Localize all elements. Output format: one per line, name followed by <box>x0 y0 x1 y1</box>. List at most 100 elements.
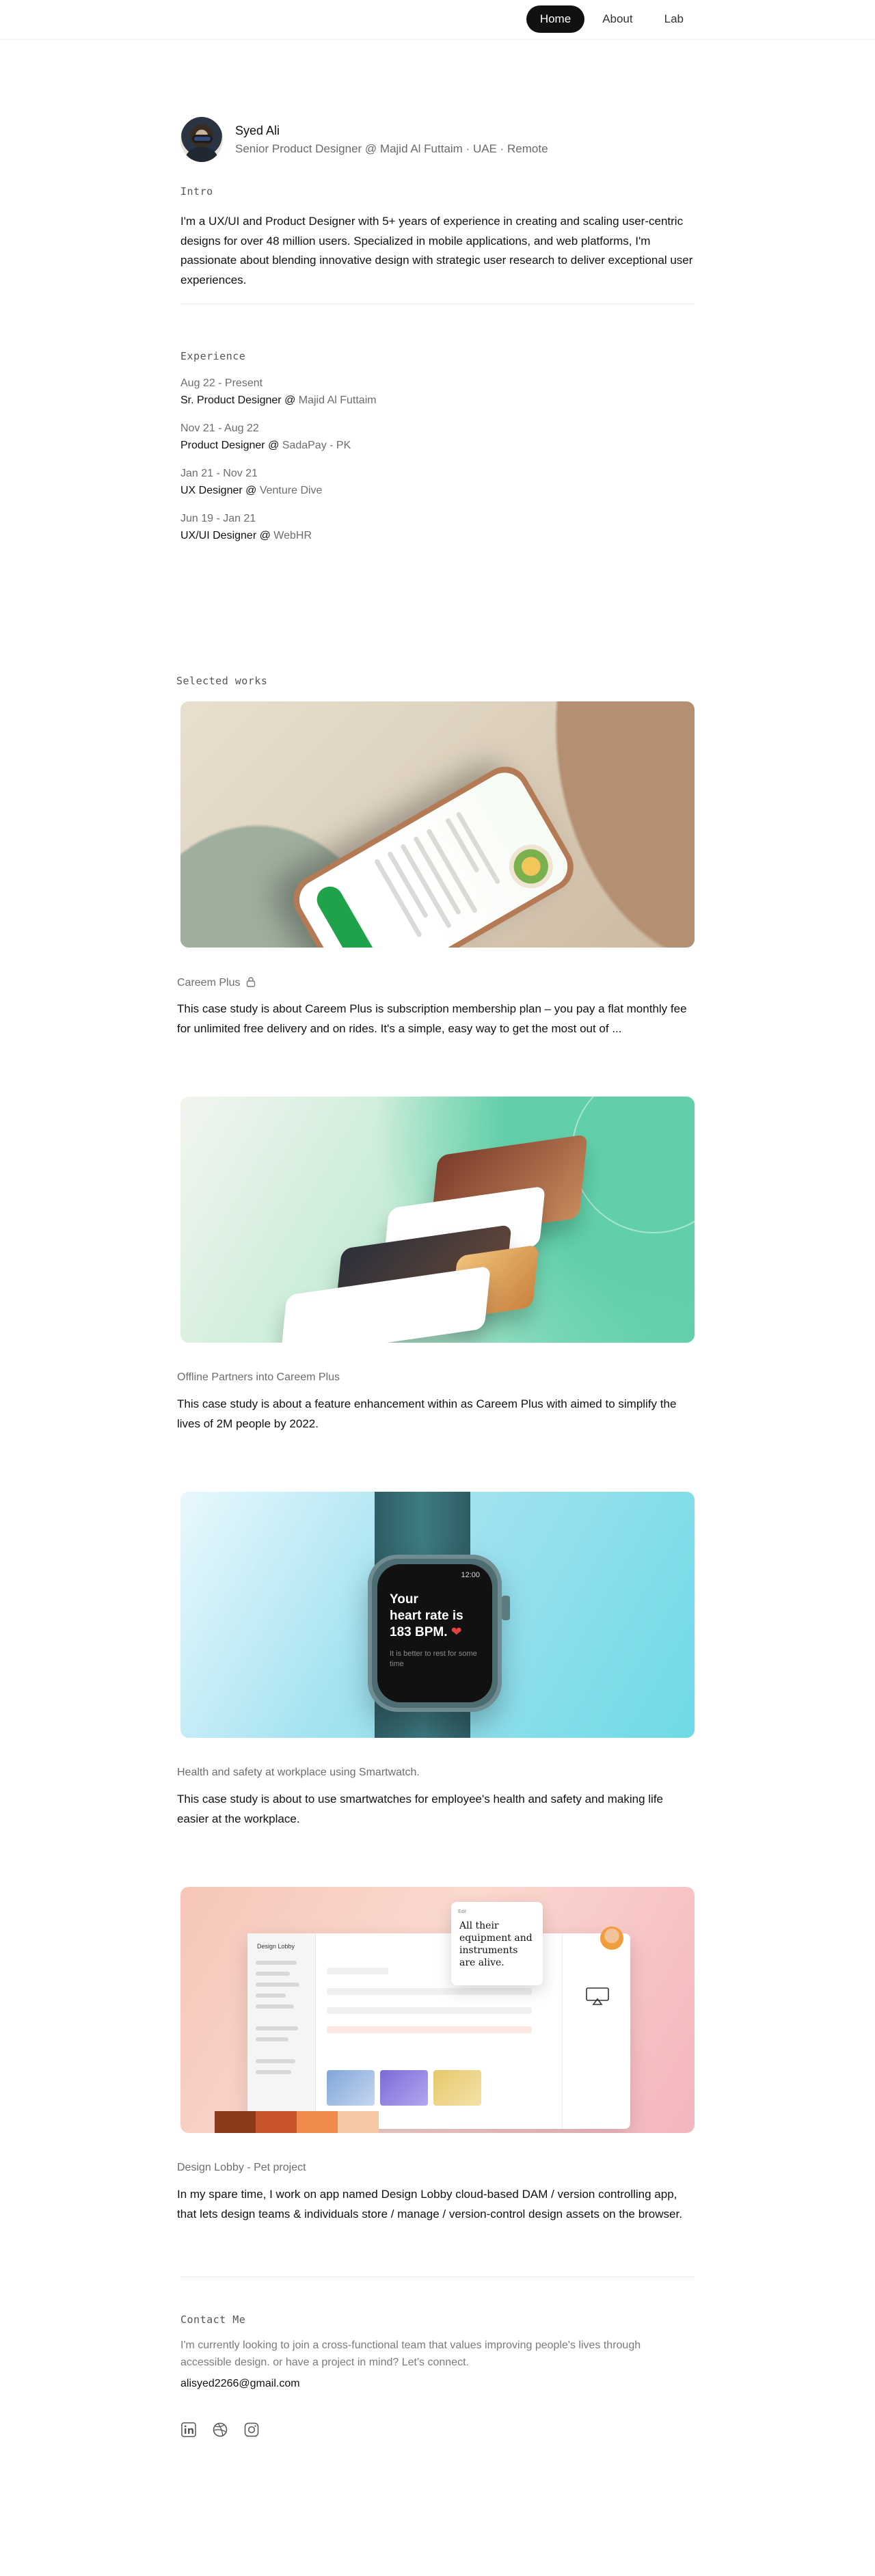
content-line <box>327 2007 532 2014</box>
experience-role: UX Designer @ <box>180 485 260 496</box>
profile-role: Senior Product Designer @ Majid Al Futta… <box>235 142 548 155</box>
color-swatch <box>256 2111 297 2133</box>
smartwatch-mockup: 12:00 Your heart rate is 183 BPM. ❤ It i… <box>368 1555 510 1712</box>
work-title[interactable]: Offline Partners into Careem Plus <box>177 1371 340 1384</box>
watch-heart-rate: Your heart rate is 183 BPM. ❤ <box>390 1592 480 1641</box>
work-image-smartwatch[interactable]: 12:00 Your heart rate is 183 BPM. ❤ It i… <box>180 1492 695 1738</box>
app-right-panel <box>562 1933 630 2129</box>
work-description: In my spare time, I work on app named De… <box>177 2188 682 2221</box>
work-title[interactable]: Careem Plus <box>177 976 256 991</box>
work-title[interactable]: Health and safety at workplace using Sma… <box>177 1767 420 1779</box>
color-swatch <box>215 2111 256 2133</box>
experience-item: Aug 22 - Present Sr. Product Designer @ … <box>180 377 695 407</box>
experience-date: Jan 21 - Nov 21 <box>180 468 258 479</box>
quote-card: Edit All their equipment and instruments… <box>451 1902 543 1985</box>
dribbble-icon[interactable] <box>212 2421 228 2438</box>
experience-title: Sr. Product Designer @ Majid Al Futtaim <box>180 394 695 407</box>
avatar-glasses <box>192 135 213 143</box>
contact-heading: Contact Me <box>180 2313 246 2326</box>
watch-hint: It is better to rest for some time <box>390 1650 477 1668</box>
experience-list: Aug 22 - Present Sr. Product Designer @ … <box>180 377 695 558</box>
watch-face: 12:00 Your heart rate is 183 BPM. ❤ It i… <box>377 1564 492 1702</box>
watch-line-2: heart rate is <box>390 1609 463 1623</box>
watch-crown <box>502 1596 510 1620</box>
sidebar-line <box>256 2026 298 2030</box>
work-description: This case study is about to use smartwat… <box>177 1793 664 1825</box>
food-plate-image <box>501 836 561 897</box>
phone-mockup <box>284 757 583 948</box>
quote-text: All their equipment and instruments are … <box>459 1920 533 1968</box>
content-line <box>327 1968 388 1974</box>
instagram-icon[interactable] <box>243 2421 260 2438</box>
asset-thumbnail <box>433 2070 481 2106</box>
watch-line-3-row: 183 BPM. ❤ <box>390 1624 480 1641</box>
experience-company: Majid Al Futtaim <box>298 394 377 406</box>
sidebar-line <box>256 1972 290 1976</box>
intro-heading: Intro <box>180 185 213 198</box>
experience-company: Venture Dive <box>259 485 323 496</box>
sidebar-line <box>256 1983 299 1987</box>
app-name: Design Lobby <box>257 1943 295 1950</box>
profile-header: Syed Ali Senior Product Designer @ Majid… <box>180 115 695 164</box>
watch-line-3: 183 BPM. <box>390 1625 448 1639</box>
experience-company: WebHR <box>273 530 312 541</box>
work-image-offline-partners[interactable] <box>180 1097 695 1343</box>
quote-card-header: Edit <box>458 1909 467 1914</box>
monitor-icon <box>585 1987 610 2006</box>
nav-home-link[interactable]: Home <box>526 5 585 33</box>
sidebar-line <box>256 2004 294 2009</box>
work-image-careem-plus[interactable] <box>180 701 695 948</box>
avatar <box>180 117 223 162</box>
experience-role: Sr. Product Designer @ <box>180 394 299 406</box>
work-title[interactable]: Design Lobby - Pet project <box>177 2162 306 2174</box>
experience-date: Nov 21 - Aug 22 <box>180 422 259 434</box>
design-lobby-app-mockup: Design Lobby <box>247 1933 630 2129</box>
experience-item: Jan 21 - Nov 21 UX Designer @ Venture Di… <box>180 468 695 497</box>
linkedin-icon[interactable] <box>180 2421 197 2438</box>
nav-about-link[interactable]: About <box>589 5 646 33</box>
profile-name: Syed Ali <box>235 123 280 137</box>
experience-title: Product Designer @ SadaPay - PK <box>180 440 695 452</box>
experience-date: Aug 22 - Present <box>180 377 263 389</box>
decorative-ring <box>571 1097 695 1233</box>
experience-role: UX/UI Designer @ <box>180 530 274 541</box>
sidebar-line <box>256 2070 291 2074</box>
main-nav: Home About Lab <box>526 5 697 33</box>
profile-text: Syed Ali Senior Product Designer @ Majid… <box>235 124 548 156</box>
work-description: This case study is about a feature enhan… <box>177 1397 677 1430</box>
work-description: This case study is about Careem Plus is … <box>177 1002 687 1035</box>
work-image-design-lobby[interactable]: Design Lobby Edit All their equipment an… <box>180 1887 695 2133</box>
content-line <box>327 1988 532 1995</box>
experience-title: UX Designer @ Venture Dive <box>180 485 695 497</box>
nav-lab-link[interactable]: Lab <box>651 5 697 33</box>
contact-text: I'm currently looking to join a cross-fu… <box>180 2339 641 2368</box>
asset-thumbnail <box>327 2070 375 2106</box>
experience-date: Jun 19 - Jan 21 <box>180 513 256 524</box>
experience-role: Product Designer @ <box>180 440 282 451</box>
sidebar-line <box>256 2059 295 2063</box>
work-title-text: Careem Plus <box>177 977 241 989</box>
heart-icon: ❤ <box>450 1625 462 1639</box>
experience-company: SadaPay - PK <box>282 440 351 451</box>
selected-works-heading: Selected works <box>176 675 268 687</box>
sidebar-line <box>256 1961 297 1965</box>
intro-text: I'm a UX/UI and Product Designer with 5+… <box>180 215 693 286</box>
contact-email-link[interactable]: alisyed2266@gmail.com <box>180 2378 695 2390</box>
experience-heading: Experience <box>180 350 246 362</box>
experience-item: Nov 21 - Aug 22 Product Designer @ SadaP… <box>180 422 695 452</box>
subscribe-cta <box>312 881 386 948</box>
experience-title: UX/UI Designer @ WebHR <box>180 530 695 542</box>
phone-screen <box>291 765 576 948</box>
asset-thumbnail <box>380 2070 428 2106</box>
watch-time: 12:00 <box>461 1571 480 1579</box>
content-line <box>327 2026 532 2033</box>
app-sidebar: Design Lobby <box>247 1933 316 2129</box>
sidebar-line <box>256 2037 288 2041</box>
sidebar-line <box>256 1994 286 1998</box>
color-swatch <box>297 2111 338 2133</box>
avatar-shirt <box>185 147 219 162</box>
color-swatch <box>338 2111 379 2133</box>
user-avatar <box>600 1927 623 1950</box>
top-bar: Home About Lab <box>0 0 875 40</box>
lock-icon <box>246 976 256 991</box>
